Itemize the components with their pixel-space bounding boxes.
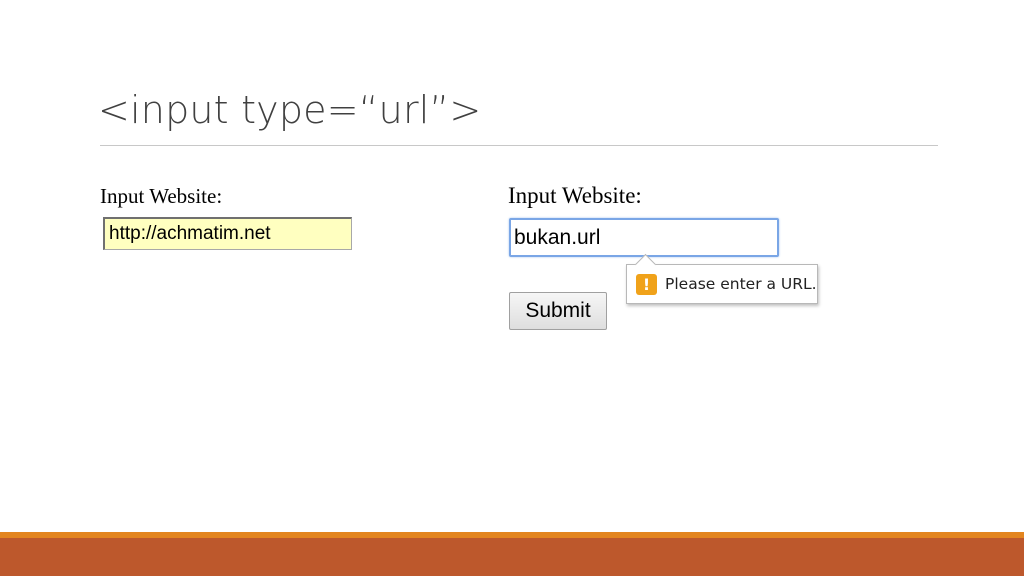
- validation-message: Please enter a URL.: [665, 275, 817, 293]
- submit-button[interactable]: Submit: [509, 292, 607, 330]
- validation-tooltip: ! Please enter a URL.: [626, 253, 818, 304]
- footer-band: [0, 538, 1024, 576]
- left-website-input[interactable]: [103, 217, 352, 250]
- left-website-label: Input Website:: [100, 184, 223, 208]
- right-website-label: Input Website:: [508, 183, 642, 208]
- warning-icon: !: [636, 274, 657, 295]
- slide-title: <input type=“url”>: [98, 88, 482, 132]
- title-divider: [100, 145, 938, 146]
- right-website-input[interactable]: [509, 218, 779, 257]
- tooltip-arrow: [634, 253, 657, 276]
